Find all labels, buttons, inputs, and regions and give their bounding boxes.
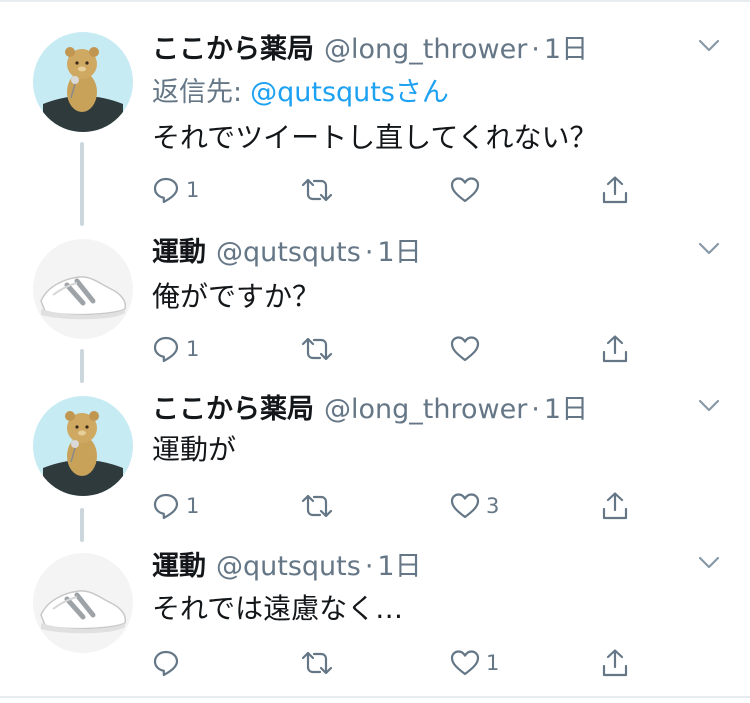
share-button[interactable] [601,170,629,210]
chevron-down-icon [698,399,720,412]
handle[interactable]: @qutsquts [216,237,361,268]
tweet-text: それでは遠慮なく… [152,592,404,625]
reply-to-label: 返信先: [152,77,243,108]
top-divider [0,0,750,2]
tweet-text: 運動が [152,433,237,466]
tweet-menu-caret[interactable] [698,555,720,577]
retweet-icon [301,178,333,202]
avatar[interactable] [33,396,133,496]
like-button[interactable]: 1 [450,643,499,683]
timestamp[interactable]: 1日 [377,551,421,582]
chevron-down-icon [698,556,720,569]
handle[interactable]: @long_thrower [324,394,527,425]
shoe-avatar-icon [40,276,127,320]
display-name[interactable]: 運動 [152,551,206,582]
thread-line [80,349,84,383]
share-icon [602,335,628,363]
retweet-button[interactable] [300,643,340,683]
handle[interactable]: @long_thrower [324,34,527,65]
separator-dot: · [364,237,374,268]
reply-to-line: 返信先: @qutsqutsさん [152,70,449,109]
reply-button[interactable]: 1 [152,329,199,369]
tweet-header: ここから薬局 @long_thrower · 1日 [152,30,588,70]
chevron-down-icon [698,242,720,255]
share-button[interactable] [601,643,629,683]
reply-count: 1 [186,337,200,361]
bottom-divider [0,696,750,698]
tweet-actions: 1 [152,643,642,683]
timestamp[interactable]: 1日 [544,394,588,425]
display-name[interactable]: 運動 [152,237,206,268]
separator-dot: · [364,551,374,582]
thread-line [80,508,84,542]
share-icon [602,176,628,204]
retweet-button[interactable] [300,329,340,369]
reply-icon [153,650,179,677]
avatar[interactable] [33,553,133,653]
reply-icon [153,177,179,204]
avatar[interactable] [33,32,133,132]
tweet-menu-caret[interactable] [698,38,720,60]
tweet-text: それでツイートし直してくれない？ [152,121,598,154]
like-count: 1 [486,651,500,675]
separator-dot: · [531,394,540,425]
share-icon [602,492,628,520]
tweet-menu-caret[interactable] [698,241,720,263]
display-name[interactable]: ここから薬局 [152,34,314,65]
like-icon [450,177,480,203]
tweet-header: 運動 @qutsquts · 1日 [152,547,422,587]
thread-line [80,142,84,226]
tweet-menu-caret[interactable] [698,398,720,420]
retweet-icon [301,494,333,518]
reply-count: 1 [186,494,200,518]
reply-icon [153,336,179,363]
tweet-header: ここから薬局 @long_thrower · 1日 [152,390,588,430]
display-name[interactable]: ここから薬局 [152,394,314,425]
avatar[interactable] [33,239,133,339]
reply-button[interactable]: 1 [152,170,199,210]
share-button[interactable] [601,486,629,526]
share-button[interactable] [601,329,629,369]
tweet-header: 運動 @qutsquts · 1日 [152,233,422,273]
reply-mention-link[interactable]: @qutsqutsさん [250,77,449,108]
like-button[interactable] [450,329,486,369]
timestamp[interactable]: 1日 [544,34,588,65]
share-icon [602,649,628,677]
retweet-icon [301,651,333,675]
like-icon [450,493,480,519]
reply-icon [153,493,179,520]
handle[interactable]: @qutsquts [216,551,361,582]
retweet-button[interactable] [300,486,340,526]
like-button[interactable]: 3 [450,486,499,526]
tweet-actions: 1 [152,170,642,210]
bear-avatar-icon [43,47,123,132]
retweet-icon [301,337,333,361]
reply-count: 1 [186,178,200,202]
tweet-actions: 1 3 [152,486,642,526]
retweet-button[interactable] [300,170,340,210]
like-button[interactable] [450,170,486,210]
reply-button[interactable] [152,643,186,683]
chevron-down-icon [698,39,720,52]
shoe-avatar-icon [40,590,127,634]
tweet-text: 俺がですか？ [152,280,321,313]
like-icon [450,336,480,362]
separator-dot: · [531,34,540,65]
tweet-actions: 1 [152,329,642,369]
like-count: 3 [486,494,500,518]
timestamp[interactable]: 1日 [377,237,421,268]
reply-button[interactable]: 1 [152,486,199,526]
bear-avatar-icon [43,411,123,496]
like-icon [450,650,480,676]
